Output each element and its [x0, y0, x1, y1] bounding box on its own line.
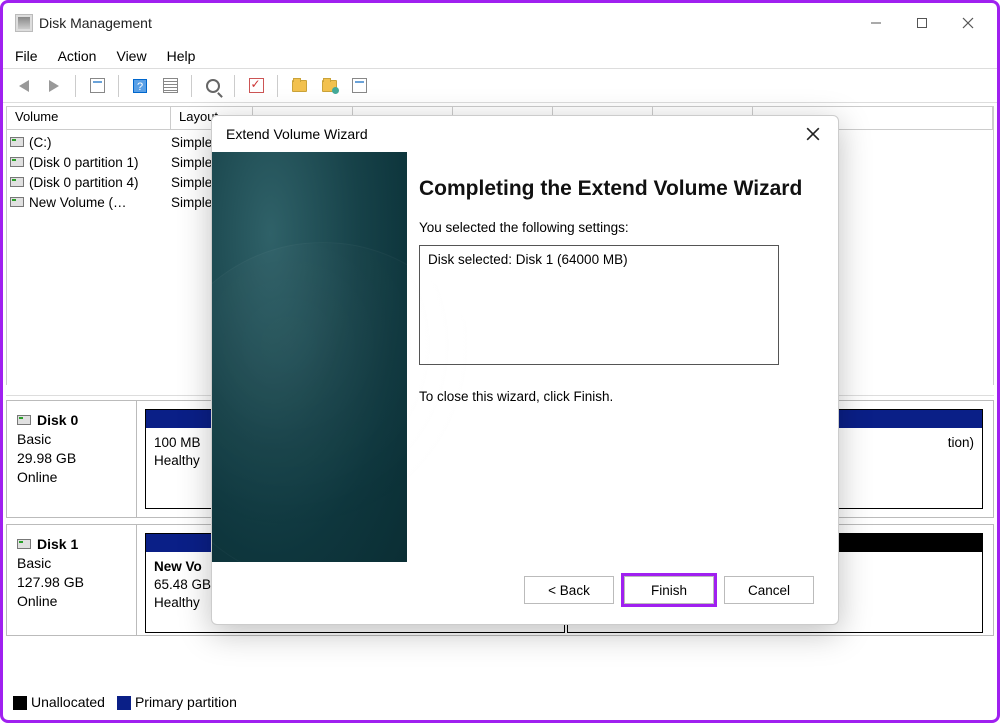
volume-name: (Disk 0 partition 4): [27, 175, 171, 190]
search-icon[interactable]: [200, 74, 226, 98]
toolbar: [3, 69, 997, 103]
wizard-lead-text: You selected the following settings:: [419, 220, 820, 235]
menu-action[interactable]: Action: [58, 48, 97, 64]
partition[interactable]: 100 MB Healthy: [145, 409, 217, 509]
disk-status: Online: [17, 468, 126, 487]
disk-type: Basic: [17, 554, 126, 573]
disk-type: Basic: [17, 430, 126, 449]
back-button[interactable]: < Back: [524, 576, 614, 604]
finish-button[interactable]: Finish: [624, 576, 714, 604]
menu-help[interactable]: Help: [167, 48, 196, 64]
wizard-heading: Completing the Extend Volume Wizard: [419, 176, 820, 202]
menu-view[interactable]: View: [116, 48, 146, 64]
disk-icon: [17, 415, 31, 425]
folder-icon[interactable]: [286, 74, 312, 98]
partition-bar: [146, 410, 216, 428]
drive-icon: [7, 157, 27, 167]
disk-name: Disk 1: [37, 536, 78, 552]
help-icon[interactable]: [127, 74, 153, 98]
drive-icon: [7, 137, 27, 147]
toolbar-separator: [75, 75, 76, 97]
wizard-side-banner: [212, 152, 407, 562]
legend: Unallocated Primary partition: [13, 694, 237, 710]
list-icon[interactable]: [157, 74, 183, 98]
swatch-unallocated: [13, 696, 27, 710]
disk-icon: [17, 539, 31, 549]
disk-name: Disk 0: [37, 412, 78, 428]
app-title: Disk Management: [39, 15, 152, 31]
nav-back-button[interactable]: [11, 74, 37, 98]
folder-search-icon[interactable]: [316, 74, 342, 98]
col-volume[interactable]: Volume: [7, 107, 171, 129]
volume-name: New Volume (…: [27, 195, 171, 210]
volume-name: (Disk 0 partition 1): [27, 155, 171, 170]
legend-primary: Primary partition: [135, 694, 237, 710]
legend-unallocated: Unallocated: [31, 694, 105, 710]
drive-icon: [7, 197, 27, 207]
disk-status: Online: [17, 592, 126, 611]
maximize-button[interactable]: [899, 6, 945, 40]
check-icon[interactable]: [243, 74, 269, 98]
dialog-title: Extend Volume Wizard: [226, 126, 368, 142]
cancel-button[interactable]: Cancel: [724, 576, 814, 604]
wizard-setting-line: Disk selected: Disk 1 (64000 MB): [428, 252, 770, 267]
toolbar-separator: [118, 75, 119, 97]
titlebar: Disk Management: [3, 3, 997, 43]
partition-health: Healthy: [154, 452, 208, 470]
dialog-titlebar: Extend Volume Wizard: [212, 116, 838, 152]
close-button[interactable]: [945, 6, 991, 40]
menu-file[interactable]: File: [15, 48, 38, 64]
swatch-primary: [117, 696, 131, 710]
volume-name: (C:): [27, 135, 171, 150]
nav-forward-button[interactable]: [41, 74, 67, 98]
disk-info[interactable]: Disk 0 Basic 29.98 GB Online: [7, 401, 137, 517]
properties-icon[interactable]: [346, 74, 372, 98]
dialog-close-button[interactable]: [802, 123, 824, 145]
disk-size: 29.98 GB: [17, 449, 126, 468]
wizard-settings-box: Disk selected: Disk 1 (64000 MB): [419, 245, 779, 365]
minimize-button[interactable]: [853, 6, 899, 40]
extend-volume-wizard-dialog: Extend Volume Wizard Completing the Exte…: [211, 115, 839, 625]
wizard-close-text: To close this wizard, click Finish.: [419, 389, 820, 404]
drive-icon: [7, 177, 27, 187]
toolbar-separator: [234, 75, 235, 97]
layout-icon[interactable]: [84, 74, 110, 98]
menubar: File Action View Help: [3, 43, 997, 69]
toolbar-separator: [191, 75, 192, 97]
partition-size: 100 MB: [154, 434, 208, 452]
disk-size: 127.98 GB: [17, 573, 126, 592]
disk-info[interactable]: Disk 1 Basic 127.98 GB Online: [7, 525, 137, 635]
app-icon: [15, 14, 33, 32]
toolbar-separator: [277, 75, 278, 97]
